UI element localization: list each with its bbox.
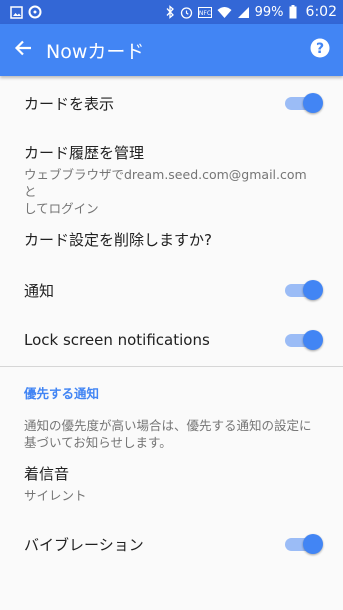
subtitle-line: ウェブブラウザでdream.seed.com@gmail.comと [24, 167, 307, 199]
show-cards-toggle[interactable] [283, 93, 323, 113]
setting-label: 通知 [24, 281, 55, 300]
page-title: Nowカード [46, 40, 145, 63]
setting-label: カードを表示 [24, 94, 115, 113]
notifications-toggle[interactable] [283, 280, 323, 300]
signal-icon [237, 6, 250, 19]
battery-icon [289, 5, 297, 19]
arrow-back-icon [14, 39, 32, 61]
setting-notifications[interactable]: 通知 [0, 277, 343, 303]
section-header-priority: 優先する通知 [24, 386, 100, 401]
description-line: 基づいてお知らせします。 [24, 435, 172, 450]
setting-label: 着信音 [24, 465, 70, 483]
help-button[interactable]: ? [297, 24, 343, 76]
bluetooth-icon [165, 5, 175, 19]
circle-app-icon [28, 5, 42, 19]
alarm-icon [180, 6, 193, 19]
setting-vibration[interactable]: バイブレーション [0, 531, 343, 557]
setting-label: カード履歴を管理 [24, 144, 145, 162]
setting-ringtone[interactable]: 着信音 サイレント [0, 463, 343, 505]
setting-subtitle: ウェブブラウザでdream.seed.com@gmail.comと してログイン [24, 166, 319, 217]
clock-time: 6:02 [305, 4, 337, 20]
status-bar: NFC 99% 6:02 [0, 0, 343, 24]
setting-label: カード設定を削除しますか? [24, 230, 212, 249]
setting-manage-history[interactable]: カード履歴を管理 ウェブブラウザでdream.seed.com@gmail.co… [0, 142, 343, 216]
setting-value: サイレント [24, 488, 87, 503]
section-divider [0, 366, 343, 367]
setting-label: Lock screen notifications [24, 331, 210, 349]
wifi-icon [217, 6, 232, 19]
app-bar: Nowカード ? [0, 24, 343, 76]
vibration-toggle[interactable] [283, 534, 323, 554]
image-icon [10, 5, 23, 19]
setting-show-cards[interactable]: カードを表示 [0, 90, 343, 116]
lock-screen-toggle[interactable] [283, 330, 323, 350]
section-description: 通知の優先度が高い場合は、優先する通知の設定に 基づいてお知らせします。 [24, 417, 324, 451]
setting-lock-screen[interactable]: Lock screen notifications [0, 327, 343, 353]
help-icon: ? [310, 38, 330, 62]
battery-percent: 99% [254, 4, 284, 20]
setting-delete-card-settings[interactable]: カード設定を削除しますか? [0, 226, 343, 252]
nfc-icon: NFC [197, 6, 212, 18]
subtitle-line: してログイン [24, 201, 99, 216]
svg-text:?: ? [316, 41, 324, 57]
svg-text:NFC: NFC [199, 10, 211, 17]
setting-label: バイブレーション [24, 535, 144, 554]
description-line: 通知の優先度が高い場合は、優先する通知の設定に [24, 418, 312, 433]
back-button[interactable] [0, 24, 46, 76]
